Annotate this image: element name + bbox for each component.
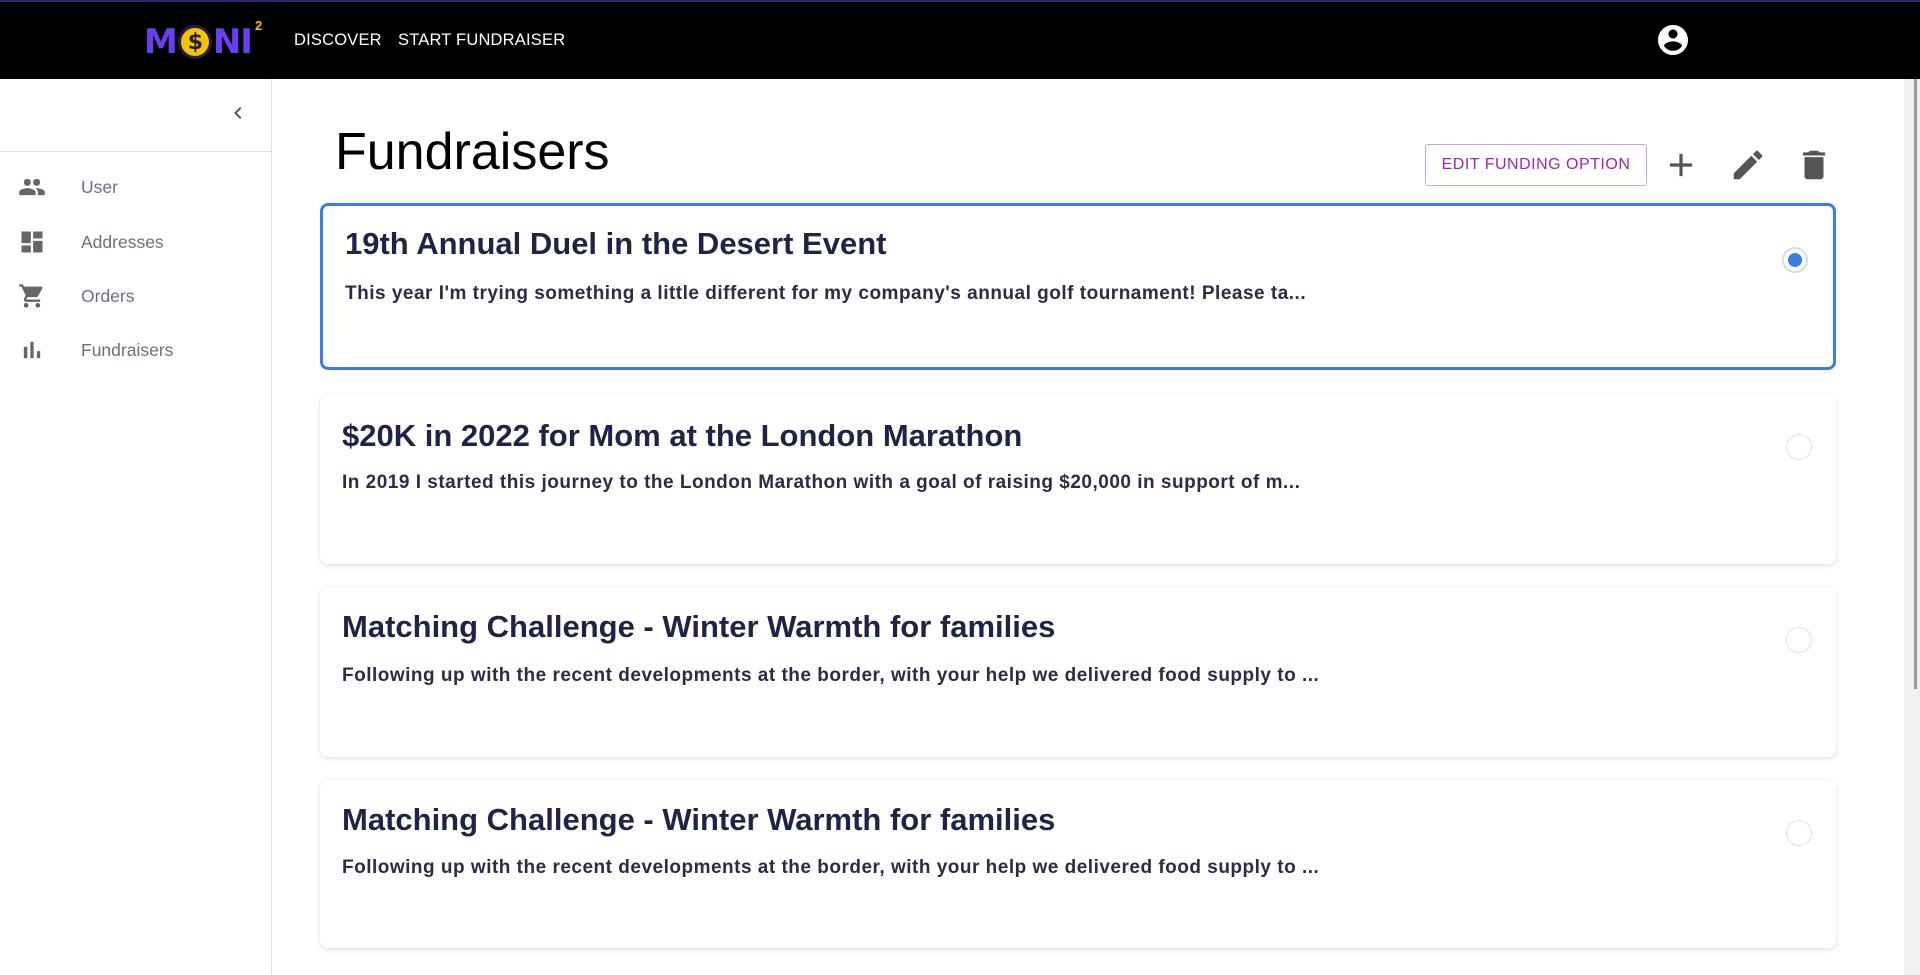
nav-start-fundraiser-link[interactable]: START FUNDRAISER: [398, 31, 565, 50]
dashboard-icon: [21, 231, 43, 253]
bar-chart-icon: [23, 341, 41, 359]
fundraiser-card[interactable]: Matching Challenge - Winter Warmth for f…: [320, 587, 1836, 757]
shopping-cart-icon: [19, 284, 43, 308]
fundraiser-radio[interactable]: [1782, 247, 1808, 273]
sidebar-item-label: Fundraisers: [81, 339, 174, 360]
sidebar-item-label: Orders: [81, 285, 135, 306]
fundraiser-title: Matching Challenge - Winter Warmth for f…: [342, 802, 1056, 837]
fundraiser-radio[interactable]: [1786, 627, 1812, 653]
fundraiser-title: Matching Challenge - Winter Warmth for f…: [342, 609, 1056, 644]
people-icon: [19, 178, 45, 196]
sidebar-item-label: Addresses: [81, 231, 164, 252]
sidebar-item-user[interactable]: User: [0, 165, 271, 209]
page-title: Fundraisers: [335, 123, 610, 181]
top-app-bar: M $ NI 2 DISCOVER START FUNDRAISER: [0, 0, 1920, 79]
fundraiser-description: Following up with the recent development…: [342, 665, 1320, 686]
delete-icon[interactable]: [1795, 146, 1833, 184]
page-scrollbar[interactable]: [1904, 79, 1920, 975]
add-icon[interactable]: [1662, 146, 1700, 184]
logo-coin-icon: $: [177, 25, 212, 59]
logo-superscript: 2: [254, 18, 263, 33]
fundraiser-radio[interactable]: [1786, 820, 1812, 846]
fundraiser-card[interactable]: $20K in 2022 for Mom at the London Marat…: [320, 394, 1836, 564]
fundraiser-description: Following up with the recent development…: [342, 857, 1320, 878]
logo-letter-m: M: [144, 22, 178, 62]
fundraiser-card[interactable]: Matching Challenge - Winter Warmth for f…: [320, 780, 1836, 948]
sidebar-item-fundraisers[interactable]: Fundraisers: [0, 328, 271, 372]
sidebar-item-label: User: [81, 176, 118, 197]
nav-discover-link[interactable]: DISCOVER: [294, 31, 382, 50]
fundraiser-description: In 2019 I started this journey to the Lo…: [342, 472, 1301, 493]
sidebar-divider: [0, 151, 271, 152]
brand-logo[interactable]: M $ NI 2: [144, 18, 262, 64]
logo-wordmark: M $ NI: [144, 22, 253, 62]
edit-icon[interactable]: [1729, 146, 1767, 184]
edit-funding-option-button[interactable]: EDIT FUNDING OPTION: [1425, 144, 1647, 186]
fundraiser-description: This year I'm trying something a little …: [345, 283, 1307, 304]
account-circle-icon[interactable]: [1655, 22, 1691, 58]
fundraiser-card[interactable]: 19th Annual Duel in the Desert Event Thi…: [320, 203, 1836, 370]
fundraiser-radio[interactable]: [1786, 434, 1812, 460]
fundraiser-title: 19th Annual Duel in the Desert Event: [345, 226, 887, 261]
chevron-left-icon[interactable]: [226, 101, 250, 125]
sidebar: User Addresses Orders Fundraisers: [0, 79, 272, 975]
sidebar-item-orders[interactable]: Orders: [0, 274, 271, 318]
scrollbar-thumb[interactable]: [1914, 79, 1917, 689]
logo-letters-ni: NI: [212, 22, 253, 62]
sidebar-item-addresses[interactable]: Addresses: [0, 220, 271, 264]
fundraiser-title: $20K in 2022 for Mom at the London Marat…: [342, 418, 1023, 453]
